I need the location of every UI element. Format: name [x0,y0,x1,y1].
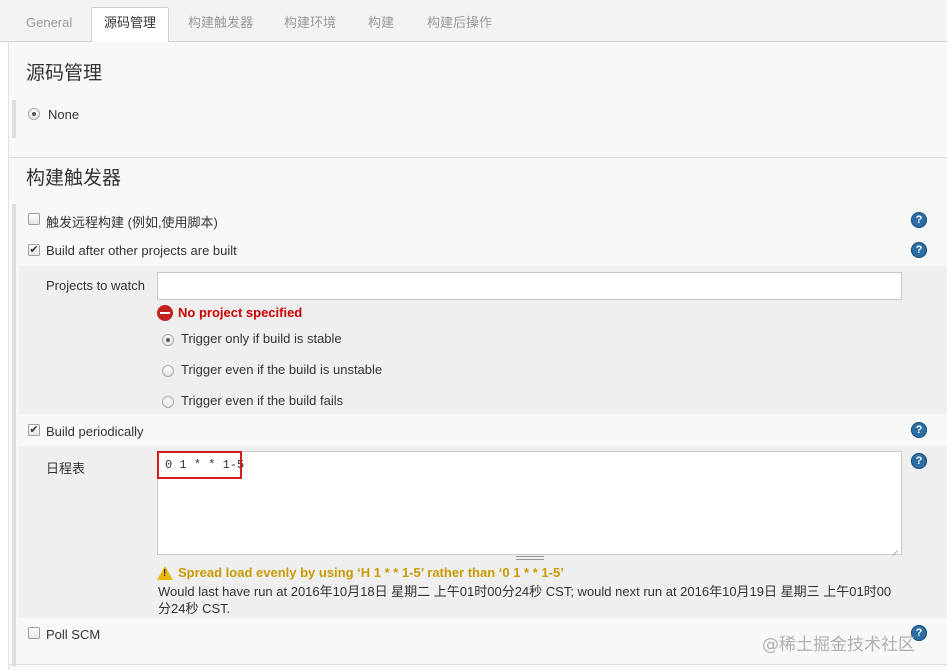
build-periodically-label: Build periodically [46,424,144,439]
tab-build[interactable]: 构建 [356,8,406,42]
warning-message: Spread load evenly by using ‘H 1 * * 1-5… [178,565,564,580]
tab-bar: General 源码管理 构建触发器 构建环境 构建 构建后操作 [0,0,947,43]
triggers-section-title: 构建触发器 [26,167,122,189]
help-icon[interactable]: ? [911,422,927,438]
triggers-left-bar [12,204,16,666]
projects-to-watch-input[interactable] [157,272,902,300]
poll-scm-checkbox[interactable] [28,627,40,639]
tab-build-triggers[interactable]: 构建触发器 [176,8,265,42]
error-icon [157,305,173,321]
scm-none-radio[interactable] [28,108,40,120]
scm-none-label: None [48,107,80,122]
help-icon[interactable]: ? [911,242,927,258]
tab-scm[interactable]: 源码管理 [91,7,170,43]
trigger-unstable-label: Trigger even if the build is unstable [181,362,383,377]
warning-icon: ! [157,566,173,580]
watermark: @稀土掘金技术社区 [762,635,915,655]
schedule-textarea[interactable]: 0 1 * * 1-5 [157,451,902,555]
schedule-label: 日程表 [46,461,86,476]
build-periodically-checkbox[interactable]: ✔ [28,424,40,436]
tab-post-build[interactable]: 构建后操作 [415,8,504,42]
trigger-stable-radio[interactable] [162,334,174,346]
trigger-fails-label: Trigger even if the build fails [181,393,344,408]
build-after-other-checkbox[interactable]: ✔ [28,244,40,256]
error-message: No project specified [178,305,303,320]
textarea-resize-corner[interactable] [891,544,899,552]
help-icon[interactable]: ? [911,453,927,469]
trigger-fails-radio[interactable] [162,396,174,408]
scm-section-title: 源码管理 [26,62,103,84]
build-after-other-label: Build after other projects are built [46,243,237,258]
section-divider [9,664,947,665]
remote-build-checkbox[interactable] [28,213,40,225]
tab-general[interactable]: General [14,8,84,42]
help-icon[interactable]: ? [911,212,927,228]
projects-to-watch-label: Projects to watch [46,278,145,293]
schedule-highlight-box [157,451,242,479]
trigger-unstable-radio[interactable] [162,365,174,377]
tab-build-environment[interactable]: 构建环境 [272,8,348,42]
trigger-stable-label: Trigger only if build is stable [181,331,342,346]
textarea-resize-grip[interactable] [516,556,544,560]
config-panel: 源码管理 None 构建触发器 触发远程构建 (例如,使用脚本) ? ✔ Bui… [8,42,947,670]
poll-scm-label: Poll SCM [46,627,101,642]
remote-build-label: 触发远程构建 (例如,使用脚本) [46,215,218,230]
scm-left-bar [12,100,16,138]
schedule-info: Would last have run at 2016年10月18日 星期二 上… [158,584,892,616]
section-divider [9,157,947,158]
